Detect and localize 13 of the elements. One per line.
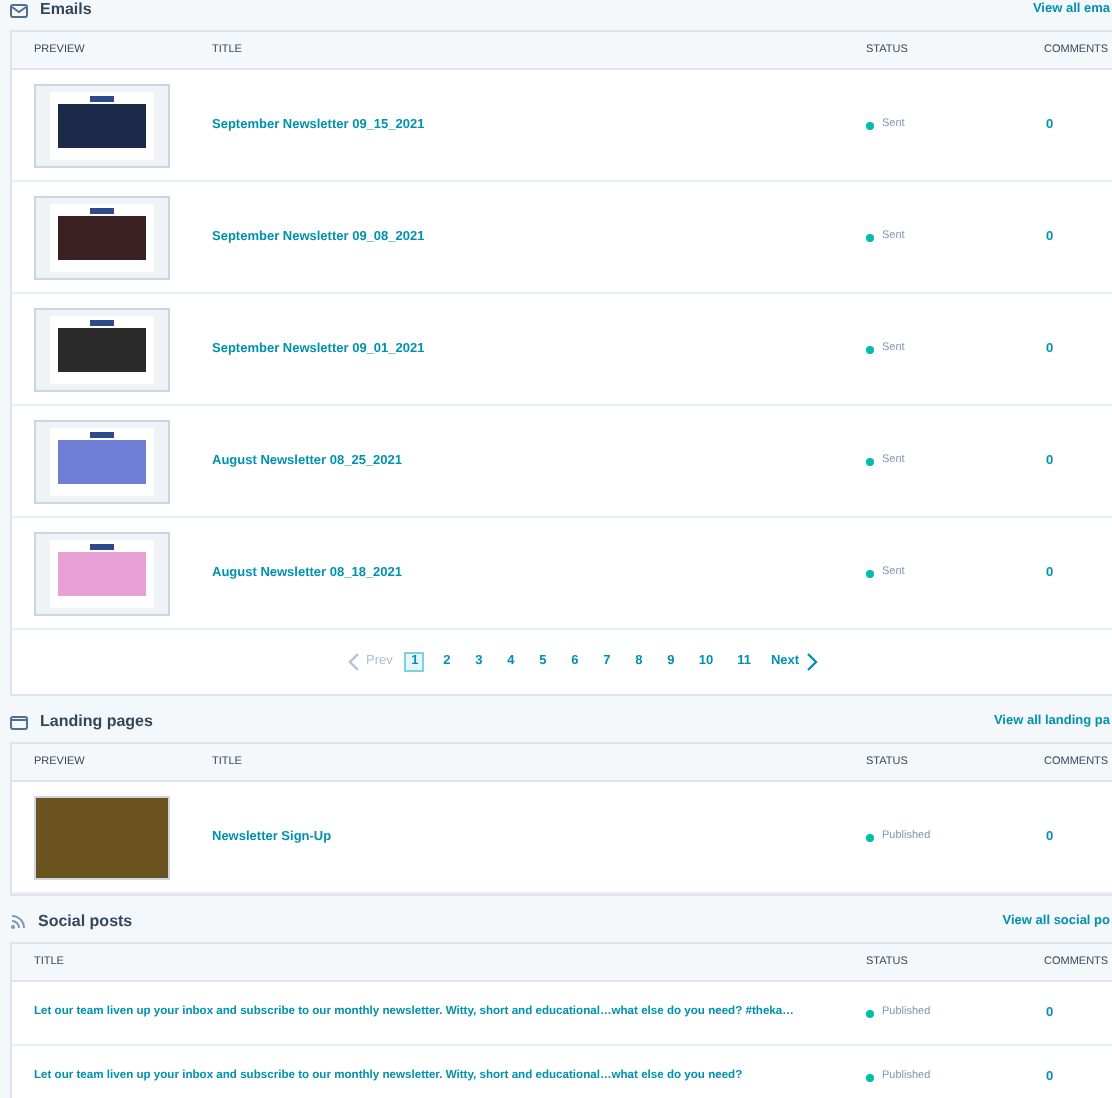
email-thumbnail (34, 307, 170, 391)
photo-placeholder (34, 795, 170, 879)
envelope-icon (10, 3, 28, 17)
section-title: Social posts (38, 910, 133, 934)
email-thumbnail (34, 531, 170, 615)
rss-icon (10, 914, 26, 930)
section-title: Landing pages (40, 710, 153, 734)
browser-window-icon (10, 715, 28, 729)
email-thumbnail (34, 195, 170, 279)
section-title: Emails (40, 0, 92, 22)
chevron-right-icon[interactable] (805, 652, 818, 672)
email-thumbnail (34, 83, 170, 167)
email-thumbnail (34, 419, 170, 503)
